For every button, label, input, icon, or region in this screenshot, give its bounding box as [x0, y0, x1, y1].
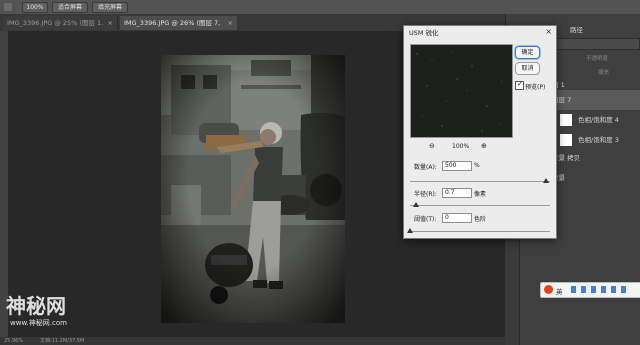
layer-name: 色相/饱和度 4 [578, 116, 619, 124]
preview-label: 预览(P) [525, 84, 546, 91]
mask-thumbnail [560, 114, 572, 126]
threshold-label: 阈值(T): [414, 216, 437, 223]
document-info: 文档:11.2M/37.5M [40, 338, 85, 344]
radius-label: 半径(R): [414, 191, 437, 198]
status-bar: 25.96% 文档:11.2M/37.5M [0, 337, 505, 345]
filter-preview[interactable] [410, 44, 513, 138]
amount-unit: % [474, 162, 480, 169]
preview-checkbox[interactable]: ✓ [515, 80, 524, 90]
amount-input[interactable]: 500 [442, 161, 472, 171]
app-icon [4, 3, 12, 11]
fit-screen-button[interactable]: 适合屏幕 [52, 2, 88, 13]
document-image[interactable] [161, 55, 345, 323]
ime-tools[interactable] [571, 286, 631, 293]
tab-img-3396-25[interactable]: IMG_3396.JPG @ 25% (图层 1, RGB/8) * × [3, 16, 118, 41]
watermark-url: www.神秘网.com [10, 319, 67, 327]
ok-button[interactable]: 确定 [515, 46, 540, 59]
watermark: 神秘网 www.神秘网.com [6, 290, 126, 330]
unsharp-mask-dialog: USM 锐化 × 确定 取消 ✓ 预览(P) ⊖ 100% ⊕ 数量(A): 5… [403, 25, 557, 239]
tab-img-3396-26[interactable]: IMG_3396.JPG @ 26% (图层 7, RGB/8) * × [120, 16, 237, 41]
zoom-readout: 25.96% [4, 338, 24, 344]
amount-label: 数量(A): [414, 164, 437, 171]
threshold-slider-handle[interactable] [407, 228, 413, 233]
photo-scene [161, 55, 345, 323]
checkmark-icon: ✓ [517, 80, 523, 88]
preview-texture [411, 45, 512, 137]
tab-paths[interactable]: 路径 [570, 24, 583, 34]
mask-thumbnail [560, 134, 572, 146]
fill-screen-button[interactable]: 填充屏幕 [92, 2, 128, 13]
cancel-button[interactable]: 取消 [515, 62, 540, 75]
close-icon[interactable]: × [108, 16, 113, 30]
opacity-label: 不透明度 [586, 56, 609, 62]
watermark-title: 神秘网 [6, 294, 66, 318]
amount-slider-handle[interactable] [542, 178, 549, 183]
radius-slider-track[interactable] [410, 205, 550, 206]
radius-input[interactable]: 0.7 [442, 188, 472, 198]
radius-slider-handle[interactable] [412, 202, 419, 207]
zoom-in-icon[interactable]: ⊕ [481, 142, 487, 150]
layer-name: 色相/饱和度 3 [578, 136, 619, 144]
threshold-input[interactable]: 0 [442, 213, 472, 223]
radius-unit: 像素 [474, 191, 487, 198]
amount-slider-track[interactable] [410, 181, 550, 182]
ime-logo-icon [544, 285, 553, 294]
zoom-out-icon[interactable]: ⊖ [429, 142, 435, 150]
preview-zoom-level: 100% [452, 143, 470, 150]
zoom-100-button[interactable]: 100% [22, 2, 48, 13]
threshold-unit: 色阶 [474, 216, 487, 223]
options-bar: 100% 适合屏幕 填充屏幕 [0, 0, 640, 15]
close-icon[interactable]: × [545, 27, 552, 36]
ime-language[interactable]: 英 [556, 286, 563, 296]
ime-toolbar[interactable]: 英 [540, 282, 640, 298]
dialog-title: USM 锐化 [404, 26, 556, 40]
close-icon[interactable]: × [228, 16, 233, 30]
threshold-slider-track[interactable] [410, 231, 550, 232]
